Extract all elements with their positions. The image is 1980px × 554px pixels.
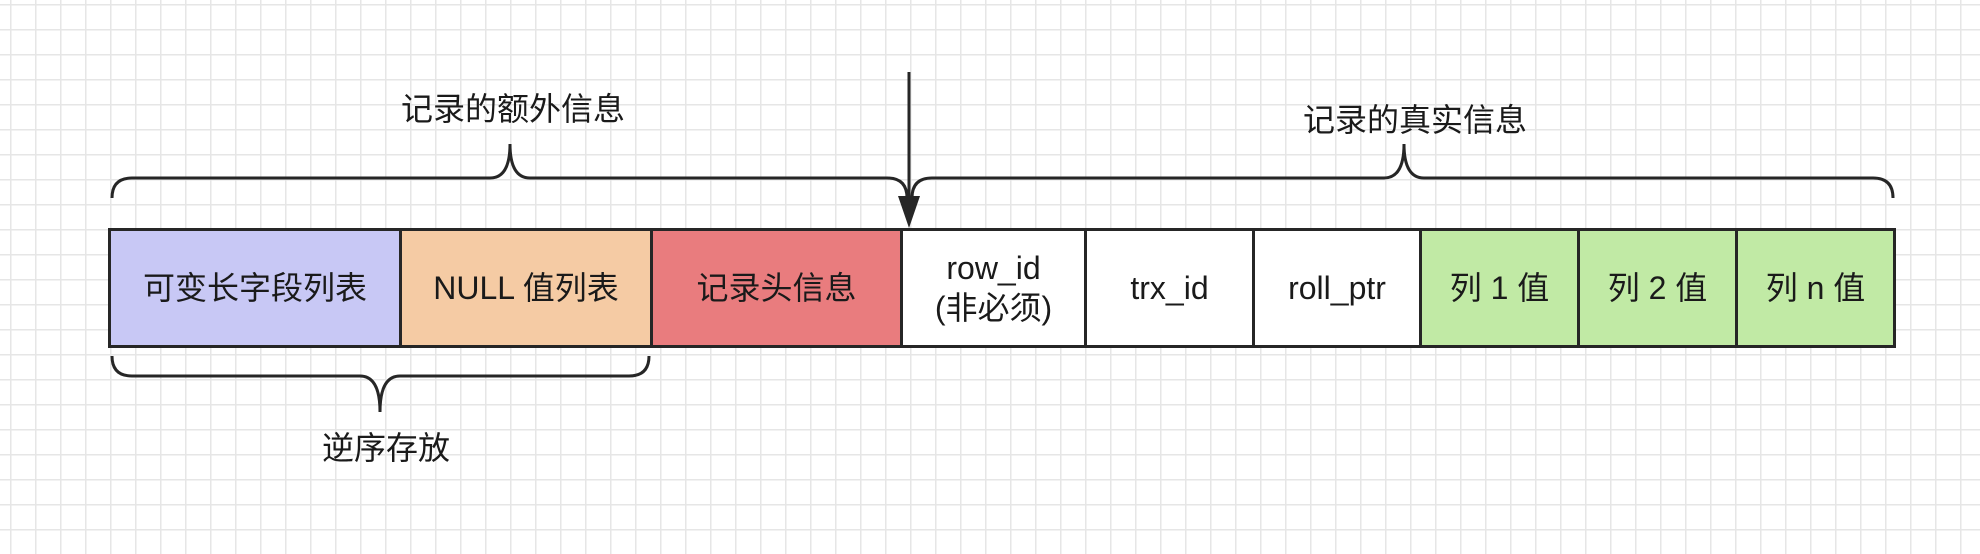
reverse-storage-brace (110, 355, 651, 413)
cell-null-value-list: NULL 值列表 (399, 228, 653, 348)
real-info-brace (910, 143, 1895, 199)
extra-info-brace (110, 143, 909, 199)
cell-var-length-list: 可变长字段列表 (108, 228, 402, 348)
cell-record-header: 记录头信息 (650, 228, 903, 348)
cell-label: NULL 值列表 (433, 270, 619, 306)
cell-roll-ptr: roll_ptr (1252, 228, 1422, 348)
cell-label: 列 1 值 (1449, 270, 1550, 306)
reverse-storage-label: 逆序存放 (322, 429, 451, 467)
cell-label: row_id (非必须) (934, 250, 1053, 326)
cell-label: 列 n 值 (1765, 270, 1866, 306)
cell-column-n: 列 n 值 (1735, 228, 1896, 348)
record-row: 可变长字段列表 NULL 值列表 记录头信息 row_id (非必须) trx_id ro… (108, 228, 1896, 348)
cell-label: roll_ptr (1288, 270, 1386, 306)
cell-row-id: row_id (非必须) (900, 228, 1087, 348)
cell-column-1: 列 1 值 (1419, 228, 1580, 348)
cell-label: 列 2 值 (1607, 270, 1708, 306)
arrow-head-icon (898, 196, 920, 228)
cell-label: 可变长字段列表 (142, 270, 367, 306)
cell-trx-id: trx_id (1084, 228, 1255, 348)
real-info-label: 记录的真实信息 (1303, 101, 1528, 139)
cell-column-2: 列 2 值 (1577, 228, 1738, 348)
extra-info-label: 记录的额外信息 (401, 90, 626, 128)
cell-label: trx_id (1130, 270, 1209, 306)
cell-label: 记录头信息 (696, 270, 857, 306)
